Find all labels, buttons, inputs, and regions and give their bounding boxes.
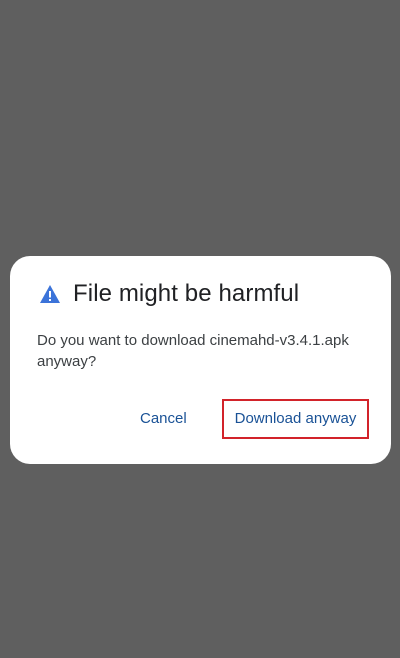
harmful-file-dialog: File might be harmful Do you want to dow… — [10, 256, 391, 464]
dialog-message: Do you want to download cinemahd-v3.4.1.… — [37, 332, 349, 370]
download-anyway-button[interactable]: Download anyway — [222, 399, 369, 439]
dialog-header: File might be harmful — [39, 280, 299, 308]
dialog-title: File might be harmful — [73, 280, 300, 307]
cancel-button[interactable]: Cancel — [140, 410, 187, 427]
warning-icon — [39, 284, 61, 304]
